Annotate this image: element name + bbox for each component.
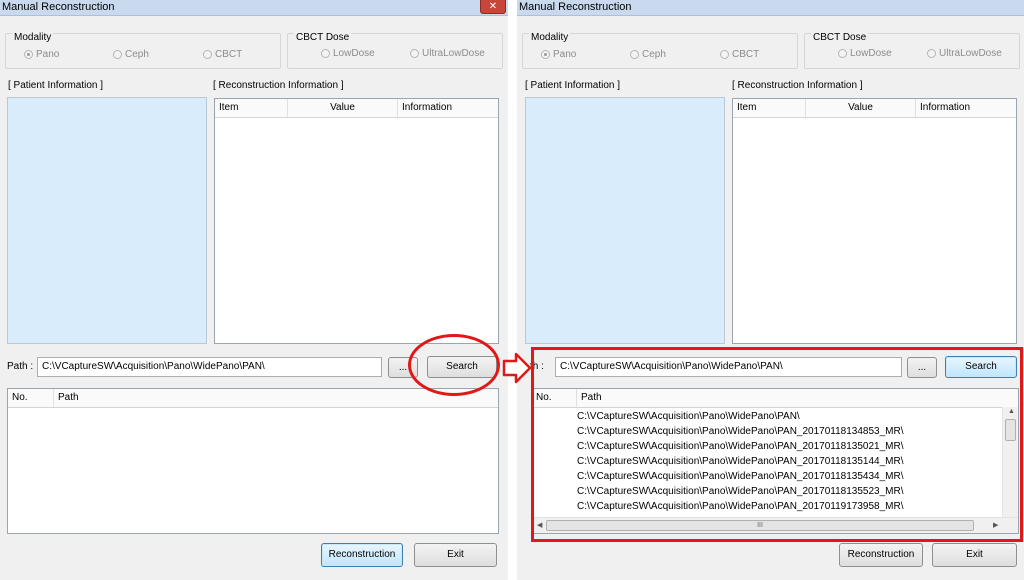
patient-information-panel[interactable] (525, 97, 725, 344)
reconstruction-information-list[interactable]: Item Value Information (214, 98, 499, 344)
radio-icon (838, 49, 847, 58)
radio-icon (630, 50, 639, 59)
radio-icon (113, 50, 122, 59)
highlight-ellipse (408, 334, 500, 396)
column-item[interactable]: Item (733, 99, 806, 117)
window-title: Manual Reconstruction (2, 1, 115, 13)
reconstruction-information-list[interactable]: Item Value Information (732, 98, 1017, 344)
column-value[interactable]: Value (288, 99, 398, 117)
column-information[interactable]: Information (398, 99, 498, 117)
patient-information-label: [ Patient Information ] (8, 80, 104, 91)
radio-ultralowdose[interactable]: UltraLowDose (410, 48, 485, 59)
list-header: Item Value Information (733, 99, 1016, 118)
list-header: No. Path (8, 389, 498, 408)
modality-label: Modality (529, 32, 571, 43)
radio-icon (410, 49, 419, 58)
title-bar: Manual Reconstruction ✕ (0, 0, 508, 16)
highlight-box (531, 347, 1023, 542)
radio-pano[interactable]: Pano (541, 49, 576, 60)
reconstruction-information-label: [ Reconstruction Information ] (213, 80, 344, 91)
close-icon[interactable]: ✕ (480, 0, 506, 14)
radio-icon (720, 50, 729, 59)
left-dialog: Manual Reconstruction ✕ Modality Pano Ce… (0, 0, 508, 580)
path-label: Path : (7, 361, 34, 372)
radio-icon (927, 49, 936, 58)
radio-icon (321, 49, 330, 58)
results-list[interactable]: No. Path (7, 388, 499, 534)
reconstruction-button[interactable]: Reconstruction (839, 543, 923, 567)
cbct-dose-label: CBCT Dose (294, 32, 352, 43)
patient-information-label: [ Patient Information ] (525, 80, 621, 91)
radio-ceph[interactable]: Ceph (113, 49, 149, 60)
radio-pano[interactable]: Pano (24, 49, 59, 60)
window-title: Manual Reconstruction (519, 1, 632, 13)
title-bar: Manual Reconstruction (517, 0, 1024, 16)
radio-selected-icon (24, 50, 33, 59)
radio-lowdose[interactable]: LowDose (838, 48, 892, 59)
path-input[interactable]: C:\VCaptureSW\Acquisition\Pano\WidePano\… (37, 357, 382, 377)
column-item[interactable]: Item (215, 99, 288, 117)
exit-button[interactable]: Exit (414, 543, 497, 567)
radio-cbct[interactable]: CBCT (203, 49, 242, 60)
reconstruction-information-label: [ Reconstruction Information ] (732, 80, 863, 91)
reconstruction-button[interactable]: Reconstruction (321, 543, 403, 567)
radio-lowdose[interactable]: LowDose (321, 48, 375, 59)
cbct-dose-label: CBCT Dose (811, 32, 869, 43)
column-information[interactable]: Information (916, 99, 1016, 117)
patient-information-panel[interactable] (7, 97, 207, 344)
list-header: Item Value Information (215, 99, 498, 118)
radio-cbct[interactable]: CBCT (720, 49, 759, 60)
column-number[interactable]: No. (8, 389, 54, 407)
radio-icon (203, 50, 212, 59)
exit-button[interactable]: Exit (932, 543, 1017, 567)
column-value[interactable]: Value (806, 99, 916, 117)
right-arrow-icon (502, 352, 532, 384)
divider (508, 0, 517, 580)
radio-ceph[interactable]: Ceph (630, 49, 666, 60)
radio-selected-icon (541, 50, 550, 59)
radio-ultralowdose[interactable]: UltraLowDose (927, 48, 1002, 59)
modality-label: Modality (12, 32, 54, 43)
